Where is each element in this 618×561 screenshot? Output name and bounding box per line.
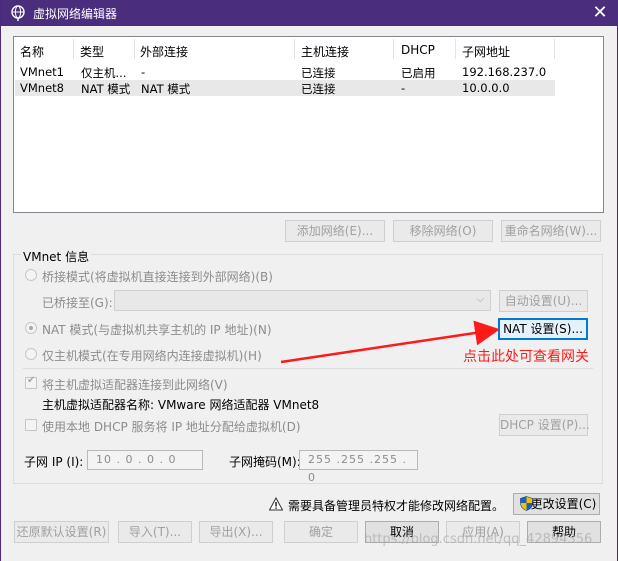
bridged-to-select[interactable]: ⌵ xyxy=(114,290,491,311)
dhcp-settings-button[interactable]: DHCP 设置(P)... xyxy=(499,414,590,436)
network-list[interactable]: 名称 类型 外部连接 主机连接 DHCP 子网地址 VMnet1 仅主机... … xyxy=(13,36,604,213)
globe-icon xyxy=(11,5,25,21)
cell-dhcp: 已启用 xyxy=(401,66,436,80)
cell-name: VMnet8 xyxy=(20,81,64,95)
cell-type: NAT 模式 xyxy=(81,82,131,96)
add-network-button[interactable]: 添加网络(E)... xyxy=(285,220,385,242)
cell-external: - xyxy=(141,65,146,79)
rename-network-button[interactable]: 重命名网络(W)... xyxy=(501,220,601,242)
shield-icon xyxy=(520,496,533,511)
cell-external: NAT 模式 xyxy=(141,82,191,96)
bridge-mode-label: 桥接模式(将虚拟机直接连接到外部网络)(B) xyxy=(42,270,273,284)
warning-icon xyxy=(269,497,283,511)
column-header-name[interactable]: 名称 xyxy=(20,43,44,60)
host-only-radio[interactable] xyxy=(25,348,37,360)
remove-network-button[interactable]: 移除网络(O) xyxy=(393,220,493,242)
connect-adapter-label: 将主机虚拟适配器连接到此网络(V) xyxy=(42,378,228,392)
title-bar[interactable]: 虚拟网络编辑器 ✕ xyxy=(1,0,618,26)
table-row[interactable]: VMnet1 仅主机... - 已连接 已启用 192.168.237.0 xyxy=(15,64,555,80)
bridge-mode-radio[interactable] xyxy=(25,269,37,281)
column-header-dhcp[interactable]: DHCP xyxy=(401,43,435,57)
ok-button[interactable]: 确定 xyxy=(284,521,358,543)
import-button[interactable]: 导入(T)... xyxy=(118,521,192,543)
bridged-to-label: 已桥接至(G): xyxy=(42,296,113,310)
watermark: https://blog.csdn.net/qq_42894356 xyxy=(364,532,593,547)
subnet-ip-label: 子网 IP (I): xyxy=(24,455,84,469)
adapter-name-text: 主机虚拟适配器名称: VMware 网络适配器 VMnet8 xyxy=(42,398,320,412)
vmnet-info-title: VMnet 信息 xyxy=(21,248,92,265)
cell-dhcp: - xyxy=(401,81,406,95)
subnet-mask-label: 子网掩码(M): xyxy=(229,455,301,469)
admin-notice-text: 需要具备管理员特权才能修改网络配置。 xyxy=(288,499,505,513)
cell-type: 仅主机... xyxy=(81,66,127,80)
host-only-label: 仅主机模式(在专用网络内连接虚拟机)(H) xyxy=(42,349,262,363)
list-header: 名称 类型 外部连接 主机连接 DHCP 子网地址 xyxy=(14,37,603,61)
connect-adapter-checkbox[interactable] xyxy=(25,375,37,389)
table-row-selected[interactable]: VMnet8 NAT 模式 NAT 模式 已连接 - 10.0.0.0 xyxy=(15,80,555,96)
nat-mode-label: NAT 模式(与虚拟机共享主机的 IP 地址)(N) xyxy=(42,323,272,337)
auto-settings-button[interactable]: 自动设置(U)... xyxy=(499,290,588,312)
export-button[interactable]: 导出(X)... xyxy=(199,521,273,543)
column-header-subnet[interactable]: 子网地址 xyxy=(462,43,510,60)
cell-subnet: 10.0.0.0 xyxy=(462,81,510,95)
cell-name: VMnet1 xyxy=(20,65,64,79)
virtual-network-editor-window: 虚拟网络编辑器 ✕ 名称 类型 外部连接 主机连接 DHCP 子网地址 VMne… xyxy=(0,0,618,561)
chevron-down-icon: ⌵ xyxy=(476,294,484,305)
subnet-mask-input[interactable]: 255 .255 .255 . 0 xyxy=(299,450,418,484)
nat-mode-radio[interactable] xyxy=(25,322,37,334)
subnet-ip-input[interactable]: 10 . 0 . 0 . 0 xyxy=(87,450,203,470)
restore-defaults-button[interactable]: 还原默认设置(R) xyxy=(14,521,109,543)
close-button[interactable]: ✕ xyxy=(589,2,611,24)
cell-host: 已连接 xyxy=(301,82,336,96)
annotation-text: 点击此处可查看网关 xyxy=(463,349,589,365)
nat-settings-button[interactable]: NAT 设置(S)... xyxy=(498,318,588,340)
use-dhcp-label: 使用本地 DHCP 服务将 IP 地址分配给虚拟机(D) xyxy=(42,420,301,434)
column-header-external[interactable]: 外部连接 xyxy=(140,43,188,60)
column-header-type[interactable]: 类型 xyxy=(80,43,104,60)
window-title: 虚拟网络编辑器 xyxy=(33,7,118,21)
column-header-host[interactable]: 主机连接 xyxy=(301,43,349,60)
cell-subnet: 192.168.237.0 xyxy=(462,65,547,79)
cell-host: 已连接 xyxy=(301,66,336,80)
use-dhcp-checkbox[interactable] xyxy=(25,419,37,431)
